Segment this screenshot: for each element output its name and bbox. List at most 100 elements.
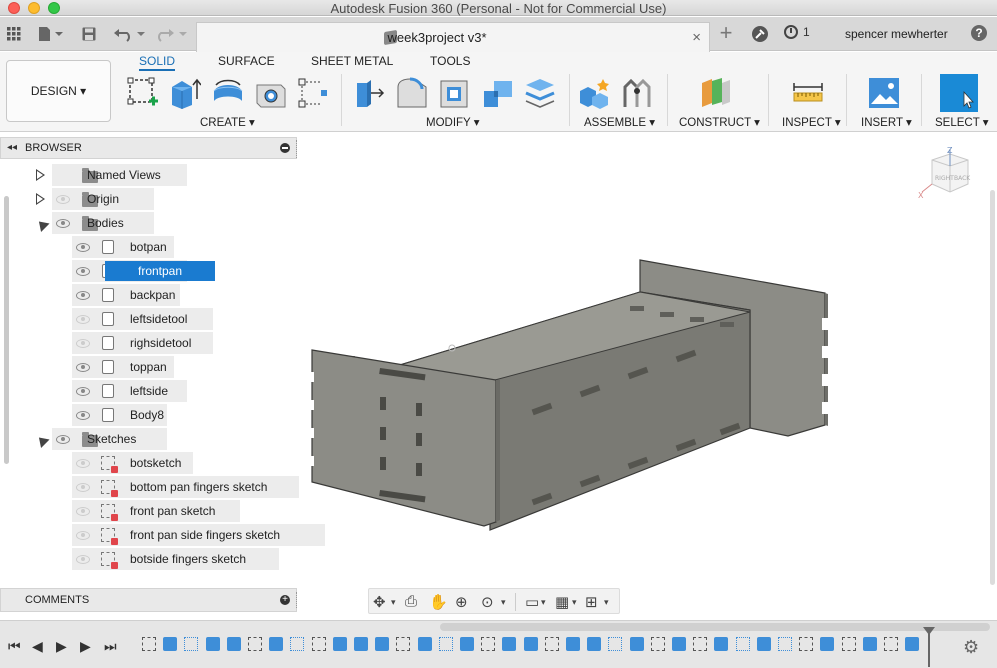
timeline-sketch-step-icon[interactable] [142,637,156,651]
add-comment-icon[interactable]: + [280,595,290,605]
browser-item-leftsidetool[interactable]: leftsidetool [0,308,297,330]
visibility-off-icon[interactable] [56,195,70,204]
select-menu[interactable]: SELECT ▾ [935,115,989,129]
view-cube[interactable]: RIGHT BACK Z X [918,146,982,206]
timeline-extrude-step-icon[interactable] [672,637,686,651]
step-back-icon[interactable]: ◀ [32,638,43,655]
assemble-menu[interactable]: ASSEMBLE ▾ [584,115,655,129]
timeline-body-step-icon[interactable] [714,637,729,651]
create-menu[interactable]: CREATE ▾ [200,115,255,129]
browser-item-botpan[interactable]: botpan [0,236,297,258]
zoom-icon[interactable]: ⊕ [455,593,468,611]
browser-item-named-views[interactable]: Named Views [0,164,297,186]
timeline-sketch-step-icon[interactable] [841,637,856,651]
new-component-icon[interactable] [578,77,610,109]
visibility-off-icon[interactable] [76,459,90,468]
visibility-eye-icon[interactable] [56,219,70,228]
extrude-icon[interactable] [169,77,201,109]
browser-item-origin[interactable]: Origin [0,188,297,210]
collapse-browser-icon[interactable]: ◂◂ [7,142,17,153]
user-account[interactable]: spencer mewherter [845,27,948,41]
data-panel-grid-icon[interactable] [6,23,22,45]
timeline-body-step-icon[interactable] [905,637,920,651]
timeline-body-step-icon[interactable] [375,637,390,651]
timeline-sketch-step-icon[interactable] [544,637,559,651]
timeline-body-step-icon[interactable] [226,637,241,651]
visibility-eye-icon[interactable] [76,243,90,252]
timeline-extrude-step-icon[interactable] [269,637,284,651]
timeline-sketch-step-icon[interactable] [693,637,708,651]
expand-triangle-icon[interactable] [36,193,45,205]
visibility-off-icon[interactable] [76,339,90,348]
joint-icon[interactable] [621,77,653,109]
job-status[interactable]: 1 [784,25,810,39]
timeline-extrude-step-icon[interactable] [862,637,877,651]
browser-item-frontpan[interactable]: frontpan [0,260,297,282]
timeline-sketch-step-icon[interactable] [248,637,262,651]
timeline-pattern-step-icon[interactable] [438,637,453,651]
browser-item-botside-fingers-sketch[interactable]: botside fingers sketch [0,548,297,570]
viewports-icon[interactable]: ⊞ [585,593,598,611]
timeline-pattern-step-icon[interactable] [778,637,792,651]
minimize-panel-icon[interactable] [280,143,290,153]
step-forward-icon[interactable]: ▶ [80,638,91,655]
timeline-extrude-step-icon[interactable] [354,637,368,651]
pan-hand-icon[interactable]: ✋ [429,593,448,611]
help-icon[interactable]: ? [971,25,987,41]
timeline-body-step-icon[interactable] [332,637,347,651]
zoom-dropdown-icon[interactable]: ▾ [501,597,506,608]
extensions-icon[interactable] [751,25,769,48]
timeline-body-step-icon[interactable] [820,637,835,651]
timeline-pattern-step-icon[interactable] [608,637,623,651]
timeline-extrude-step-icon[interactable] [756,637,771,651]
file-menu-icon[interactable] [36,23,66,45]
browser-item-body8[interactable]: Body8 [0,404,297,426]
create-sketch-icon[interactable] [127,77,159,109]
timeline-body-step-icon[interactable] [566,637,580,651]
undo-icon[interactable] [112,23,148,45]
browser-item-sketches[interactable]: Sketches [0,428,297,450]
save-icon[interactable] [80,23,98,45]
collapse-triangle-icon[interactable] [30,428,50,449]
timeline-sketch-step-icon[interactable] [650,637,665,651]
revolve-icon[interactable] [212,77,244,109]
timeline-body-step-icon[interactable] [629,637,644,651]
timeline-sketch-step-icon[interactable] [799,637,814,651]
visibility-eye-icon[interactable] [76,291,90,300]
timeline-pattern-step-icon[interactable] [290,637,305,651]
look-at-icon[interactable]: ⎙ [405,593,417,610]
tab-tools[interactable]: TOOLS [430,54,470,68]
visibility-eye-icon[interactable] [56,435,70,444]
grid-dropdown-icon[interactable]: ▾ [572,597,577,608]
offset-plane-icon[interactable] [700,77,732,109]
browser-item-righsidetool[interactable]: righsidetool [0,332,297,354]
timeline-extrude-step-icon[interactable] [523,637,538,651]
timeline-sketch-step-icon[interactable] [396,637,411,651]
browser-item-bottom-pan-fingers-sketch[interactable]: bottom pan fingers sketch [0,476,299,498]
expand-triangle-icon[interactable] [36,169,45,181]
redo-icon[interactable] [154,23,190,45]
play-icon[interactable]: ▶ [56,638,67,655]
orbit-icon[interactable]: ✥ [373,593,386,611]
browser-item-leftside[interactable]: leftside [0,380,297,402]
visibility-eye-icon[interactable] [76,267,90,276]
timeline-settings-gear-icon[interactable]: ⚙ [963,637,979,658]
browser-item-botsketch[interactable]: botsketch [0,452,297,474]
timeline-body-step-icon[interactable] [460,637,474,651]
model-box[interactable] [300,250,840,535]
browser-item-front-pan-sketch[interactable]: front pan sketch [0,500,297,522]
tab-solid[interactable]: SOLID [139,54,176,71]
timeline-extrude-step-icon[interactable] [587,637,602,651]
display-dropdown-icon[interactable]: ▾ [541,597,546,608]
browser-item-bodies[interactable]: Bodies [0,212,297,234]
visibility-off-icon[interactable] [76,555,90,564]
visibility-eye-icon[interactable] [76,363,90,372]
browser-item-front-pan-side-fingers-sketch[interactable]: front pan side fingers sketch [0,524,325,546]
go-to-end-icon[interactable]: ⏭ [104,638,117,655]
close-tab-icon[interactable]: × [692,29,701,46]
panel-resize-handle[interactable] [296,140,297,158]
pattern-icon[interactable] [297,77,329,109]
offset-face-icon[interactable] [524,77,556,109]
panel-resize-handle[interactable] [296,592,297,608]
tab-sheet-metal[interactable]: SHEET METAL [311,54,393,68]
